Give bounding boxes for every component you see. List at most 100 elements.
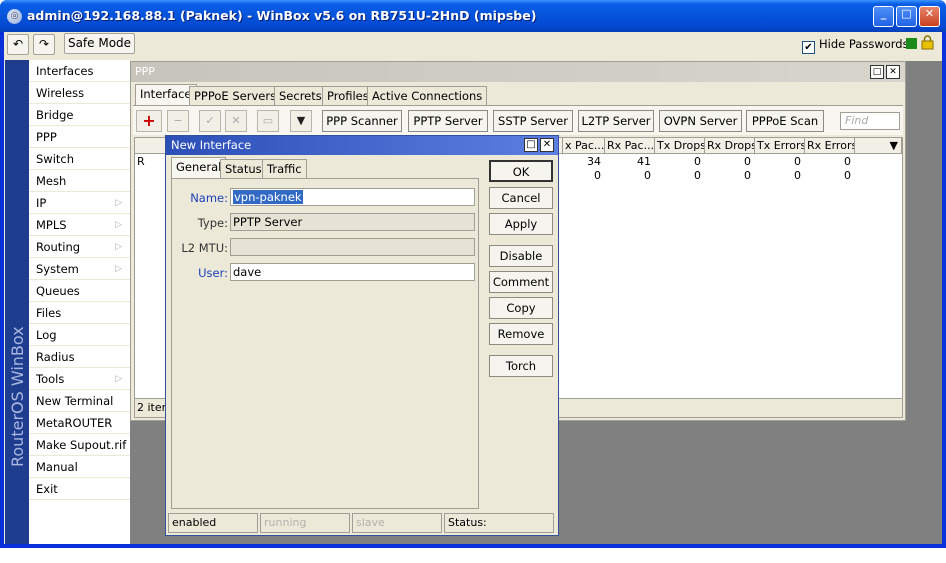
copy-button[interactable]: Copy — [489, 297, 553, 319]
window-bottom-border — [0, 544, 946, 548]
sidebar-item-interfaces[interactable]: Interfaces — [29, 60, 130, 82]
ppp-window-title[interactable]: PPP — [131, 62, 905, 82]
remove-icon[interactable]: − — [167, 110, 189, 132]
name-field-value: vpn-paknek — [233, 190, 303, 204]
status-text: Status: — [444, 513, 554, 533]
close-button[interactable]: ✕ — [919, 6, 940, 27]
submenu-arrow-icon: ▷ — [115, 374, 122, 384]
sidebar-item-mpls[interactable]: MPLS ▷ — [29, 214, 130, 236]
safe-mode-button[interactable]: Safe Mode — [64, 33, 135, 54]
column-header-tx-errors[interactable]: Tx Errors — [755, 138, 805, 154]
sidebar-item-ppp[interactable]: PPP — [29, 126, 130, 148]
column-header-tx-drops[interactable]: Tx Drops — [655, 138, 705, 154]
title-bar[interactable]: ◎ admin@192.168.88.1 (Paknek) - WinBox v… — [0, 0, 946, 32]
sidebar-item-exit[interactable]: Exit — [29, 478, 130, 500]
column-header-rx-drops[interactable]: Rx Drops — [705, 138, 755, 154]
l2tp-server-button[interactable]: L2TP Server — [578, 110, 654, 132]
dialog-title[interactable]: New Interface — [166, 136, 558, 155]
user-field[interactable]: dave — [230, 263, 475, 281]
pppoe-scan-button[interactable]: PPPoE Scan — [746, 110, 824, 132]
tab-traffic[interactable]: Traffic — [262, 159, 307, 180]
find-input[interactable]: Find — [840, 112, 900, 130]
submenu-arrow-icon: ▷ — [115, 220, 122, 230]
sidebar-item-system[interactable]: System ▷ — [29, 258, 130, 280]
submenu-arrow-icon: ▷ — [115, 198, 122, 208]
column-header-rx-errors[interactable]: Rx Errors — [805, 138, 855, 154]
pptp-server-button[interactable]: PPTP Server — [408, 110, 488, 132]
ovpn-server-button[interactable]: OVPN Server — [659, 110, 742, 132]
tab-interface[interactable]: Interface — [135, 84, 197, 105]
comment-button[interactable]: Comment — [489, 271, 553, 293]
sidebar-menu: Interfaces Wireless Bridge PPP Switch Me… — [29, 60, 130, 544]
hide-passwords-option[interactable]: ✔ Hide Passwords — [802, 37, 909, 54]
disable-icon[interactable]: ✕ — [225, 110, 247, 132]
name-field[interactable]: vpn-paknek — [230, 188, 475, 206]
status-enabled: enabled — [168, 513, 258, 533]
sidebar-item-mesh[interactable]: Mesh — [29, 170, 130, 192]
hide-passwords-checkbox[interactable]: ✔ — [802, 41, 815, 54]
filter-icon[interactable]: ▼ — [290, 110, 312, 132]
redo-button[interactable]: ↷ — [33, 34, 55, 55]
sidebar-item-radius[interactable]: Radius — [29, 346, 130, 368]
column-menu-icon[interactable]: ▼ — [855, 138, 902, 154]
disable-button[interactable]: Disable — [489, 245, 553, 267]
dialog-close-icon[interactable]: ✕ — [540, 138, 554, 152]
lock-icon — [921, 35, 934, 50]
add-icon[interactable]: + — [136, 110, 162, 132]
sstp-server-button[interactable]: SSTP Server — [493, 110, 573, 132]
sidebar-item-manual[interactable]: Manual — [29, 456, 130, 478]
winbox-app-icon: ◎ — [7, 9, 22, 24]
sidebar-item-switch[interactable]: Switch — [29, 148, 130, 170]
status-square-icon — [906, 38, 917, 49]
tab-status[interactable]: Status — [220, 159, 267, 180]
sidebar-item-log[interactable]: Log — [29, 324, 130, 346]
type-field: PPTP Server — [230, 213, 475, 231]
user-label: User: — [198, 266, 228, 280]
hide-passwords-label: Hide Passwords — [819, 37, 909, 51]
status-running: running — [260, 513, 350, 533]
comment-icon[interactable]: ▭ — [257, 110, 279, 132]
torch-button[interactable]: Torch — [489, 355, 553, 377]
name-label: Name: — [190, 191, 228, 205]
sidebar-item-routing[interactable]: Routing ▷ — [29, 236, 130, 258]
sidebar-brand-strip: RouterOS WinBox — [5, 60, 29, 544]
ok-button[interactable]: OK — [489, 160, 553, 182]
enable-icon[interactable]: ✓ — [199, 110, 221, 132]
sidebar-item-wireless[interactable]: Wireless — [29, 82, 130, 104]
tab-secrets[interactable]: Secrets — [274, 86, 327, 106]
l2mtu-field — [230, 238, 475, 256]
tab-active-connections[interactable]: Active Connections — [367, 86, 488, 106]
dialog-maximize-icon[interactable]: □ — [524, 138, 538, 152]
sidebar-item-new-terminal[interactable]: New Terminal — [29, 390, 130, 412]
sidebar-item-make-supout[interactable]: Make Supout.rif — [29, 434, 130, 456]
new-interface-dialog: New Interface □ ✕ General Status Traffic… — [165, 135, 559, 536]
sidebar-item-queues[interactable]: Queues — [29, 280, 130, 302]
maximize-button[interactable]: □ — [896, 6, 917, 27]
cancel-button[interactable]: Cancel — [489, 187, 553, 209]
status-slave: slave — [352, 513, 442, 533]
l2mtu-label: L2 MTU: — [181, 241, 228, 255]
submenu-arrow-icon: ▷ — [115, 242, 122, 252]
ppp-scanner-button[interactable]: PPP Scanner — [322, 110, 402, 132]
sidebar-item-ip[interactable]: IP ▷ — [29, 192, 130, 214]
column-header-rx-packets[interactable]: Rx Pac... — [605, 138, 655, 154]
remove-button[interactable]: Remove — [489, 323, 553, 345]
tab-pppoe-servers[interactable]: PPPoE Servers — [189, 86, 282, 106]
column-header-tx-packets[interactable]: x Pac... — [563, 138, 605, 154]
ppp-close-icon[interactable]: ✕ — [886, 65, 900, 79]
undo-button[interactable]: ↶ — [7, 34, 29, 55]
tab-profiles[interactable]: Profiles — [322, 86, 374, 106]
general-panel: Name: vpn-paknek Type: PPTP Server L2 MT… — [171, 178, 479, 509]
sidebar-item-bridge[interactable]: Bridge — [29, 104, 130, 126]
apply-button[interactable]: Apply — [489, 213, 553, 235]
sidebar-item-tools[interactable]: Tools ▷ — [29, 368, 130, 390]
type-label: Type: — [197, 216, 228, 230]
ppp-maximize-icon[interactable]: □ — [870, 65, 884, 79]
workspace-area-right — [906, 61, 942, 421]
window-title: admin@192.168.88.1 (Paknek) - WinBox v5.… — [27, 8, 537, 23]
sidebar-item-files[interactable]: Files — [29, 302, 130, 324]
minimize-button[interactable]: _ — [873, 6, 894, 27]
tab-general[interactable]: General — [171, 157, 227, 179]
sidebar-item-metarouter[interactable]: MetaROUTER — [29, 412, 130, 434]
submenu-arrow-icon: ▷ — [115, 264, 122, 274]
